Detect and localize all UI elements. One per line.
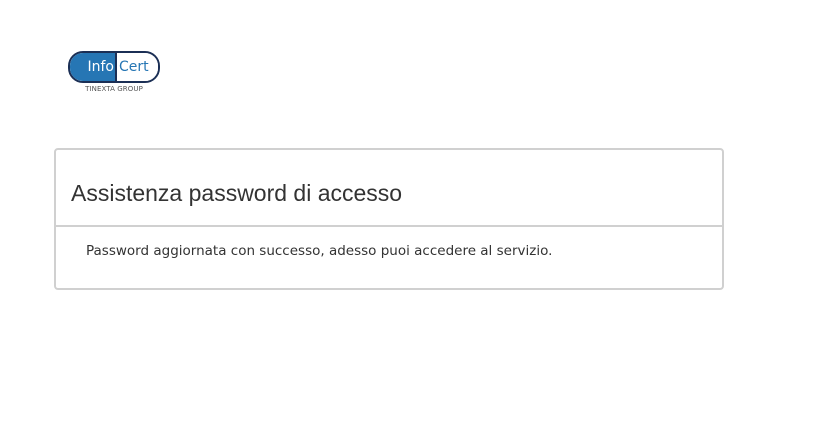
password-assistance-panel: Assistenza password di accesso Password … (54, 148, 724, 290)
panel-heading: Assistenza password di accesso (56, 150, 722, 227)
logo-text-left: Info (70, 53, 117, 81)
panel-body: Password aggiornata con successo, adesso… (56, 227, 722, 259)
page-title: Assistenza password di accesso (71, 180, 403, 206)
infocert-logo: Info Cert TINEXTA GROUP (68, 51, 160, 95)
logo-text-right: Cert (117, 53, 158, 81)
success-message: Password aggiornata con successo, adesso… (86, 243, 553, 259)
logo-tagline: TINEXTA GROUP (85, 85, 143, 93)
logo-badge: Info Cert (68, 51, 160, 83)
page: Info Cert TINEXTA GROUP Assistenza passw… (0, 0, 813, 444)
